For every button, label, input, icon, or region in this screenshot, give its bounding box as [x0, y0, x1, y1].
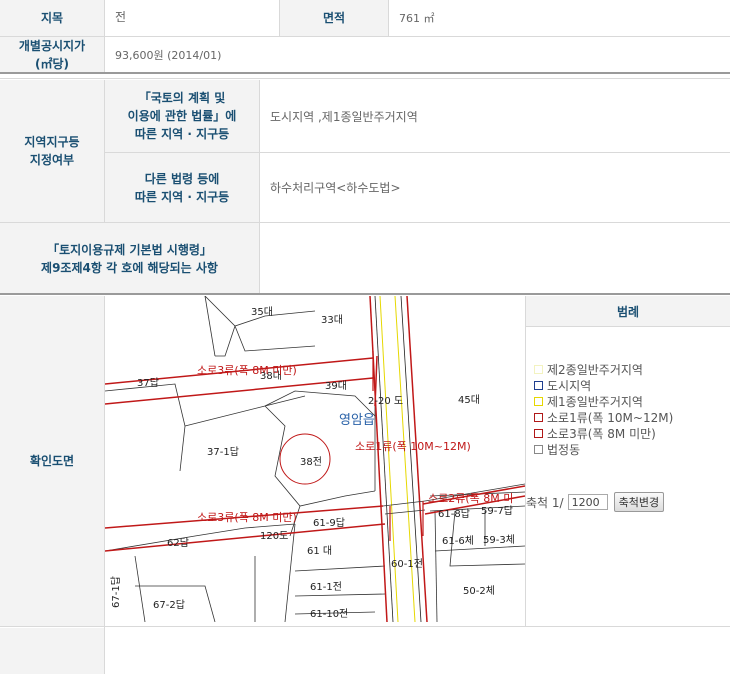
map-label-601: 60-1전 [391, 558, 423, 570]
scale-control: 축척 1/ 축척변경 [526, 492, 665, 512]
zoning-label-line1: 지역지구등 [24, 135, 80, 149]
legend-swatch [534, 380, 543, 390]
map-label-597: 59-7답 [481, 505, 513, 517]
legend-panel: 범례 제2종일반주거지역 도시지역 제1종일반주거지역 소로1류(폭 10M~12M)… [526, 296, 730, 622]
map-label-33: 33대 [321, 314, 343, 326]
scale-label: 축척 1/ [526, 495, 564, 510]
map-label-45: 45대 [458, 394, 480, 406]
legend-swatch [534, 412, 543, 422]
legend-list: 제2종일반주거지역 도시지역 제1종일반주거지역 소로1류(폭 10M~12M) 소로3… [534, 361, 673, 457]
map-label-611: 61-1전 [310, 581, 342, 593]
legend-label: 법정동 [547, 442, 581, 457]
legend-label: 제1종일반주거지역 [547, 394, 643, 409]
legend-item: 제2종일반주거지역 [534, 361, 673, 377]
land-category-value: 전 [105, 0, 279, 36]
map-label-619: 61-9답 [313, 517, 345, 529]
map-label-371: 37-1답 [207, 446, 239, 458]
national-land-law-line2: 이용에 관한 법률」에 [127, 109, 237, 123]
regulation-label: 「토지이용규제 기본법 시행령」 제9조제4항 각 호에 해당되는 사항 [0, 223, 259, 294]
official-land-price-label: 개별공시지가 (㎡당) [0, 37, 104, 72]
map-label-6110: 61-10전 [310, 608, 348, 620]
map-label-618: 61-8답 [438, 508, 470, 520]
zoning-label: 지역지구등 지정여부 [0, 80, 104, 222]
area-label: 면적 [280, 0, 388, 36]
scale-input[interactable] [567, 494, 608, 510]
legend-swatch [534, 444, 543, 454]
map-road-label-b: 소로1류(폭 10M~12M) [355, 440, 471, 453]
map-label-502: 50-2체 [463, 585, 495, 597]
map-label-616: 61-6체 [442, 535, 474, 547]
regulation-line1: 「토지이용규제 기본법 시행령」 [47, 242, 212, 257]
legend-item: 제1종일반주거지역 [534, 393, 673, 409]
map-label-67-1: 67-1답 [110, 576, 122, 608]
national-land-law-line1: 「국토의 계획 및 [138, 91, 226, 105]
legend-item: 소로3류(폭 8M 미만) [534, 425, 673, 441]
cadastral-map[interactable]: 35대 33대 37답 38대 39대 2-20 도 45대 37-1답 38전… [105, 296, 525, 622]
legend-item: 법정동 [534, 441, 673, 457]
map-road-label-c: 소로3류(폭 8M 미만) [197, 511, 297, 524]
national-land-law-line3: 따른 지역 · 지구등 [134, 127, 230, 141]
other-law-line1: 다른 법령 등에 [144, 171, 220, 186]
map-canvas: 35대 33대 37답 38대 39대 2-20 도 45대 37-1답 38전… [105, 296, 525, 622]
land-use-page: 지목 전 면적 761 ㎡ 개별공시지가 (㎡당) 93,600원 (2014/… [0, 0, 730, 674]
legend-label: 도시지역 [547, 378, 592, 393]
map-road-label-a: 소로3류(폭 8M 미만) [197, 364, 297, 377]
land-category-label: 지목 [0, 0, 104, 36]
official-land-price-value: 93,600원 (2014/01) [105, 37, 730, 72]
regulation-line2: 제9조제4항 각 호에 해당되는 사항 [41, 260, 218, 275]
official-land-price-label-line1: 개별공시지가 [18, 38, 86, 53]
legend-swatch [534, 428, 543, 438]
map-label-120: 120도 [260, 531, 288, 542]
map-label-35: 35대 [251, 306, 273, 318]
map-label-672: 67-2답 [153, 599, 185, 611]
area-value: 761 ㎡ [389, 0, 730, 36]
scale-change-button[interactable]: 축척변경 [613, 492, 665, 512]
map-label-593: 59-3체 [483, 534, 515, 546]
map-road-label-d: 소로2류(폭 8M 미 [428, 492, 513, 505]
legend-swatch [534, 396, 543, 406]
legend-title: 범례 [526, 296, 730, 327]
legend-label: 소로3류(폭 8M 미만) [547, 426, 656, 441]
official-land-price-label-line2: (㎡당) [34, 56, 69, 71]
regulation-value [260, 223, 730, 294]
legend-label: 소로1류(폭 10M~12M) [547, 410, 674, 425]
other-law-value: 하수처리구역<하수도법> [260, 153, 730, 222]
map-district-label: 영암읍 [339, 413, 375, 428]
other-law-label: 다른 법령 등에 따른 지역 · 지구등 [105, 153, 259, 222]
legend-label: 제2종일반주거지역 [547, 362, 643, 377]
national-land-law-label: 「국토의 계획 및 이용에 관한 법률」에 따른 지역 · 지구등 [105, 80, 259, 152]
bottom-label-cell [0, 628, 104, 674]
map-label-62: 62답 [167, 537, 189, 549]
confirmation-map-label: 확인도면 [0, 296, 104, 626]
map-label-220: 2-20 도 [368, 396, 403, 407]
legend-item: 소로1류(폭 10M~12M) [534, 409, 673, 425]
map-label-37: 37답 [137, 377, 159, 389]
other-law-line2: 따른 지역 · 지구등 [134, 189, 230, 204]
legend-swatch [534, 364, 543, 374]
zoning-label-line2: 지정여부 [29, 153, 75, 167]
map-label-61: 61 대 [307, 545, 332, 557]
national-land-law-value: 도시지역 ,제1종일반주거지역 [260, 80, 730, 152]
map-label-38j: 38전 [300, 456, 322, 468]
legend-item: 도시지역 [534, 377, 673, 393]
map-label-39: 39대 [325, 380, 347, 392]
